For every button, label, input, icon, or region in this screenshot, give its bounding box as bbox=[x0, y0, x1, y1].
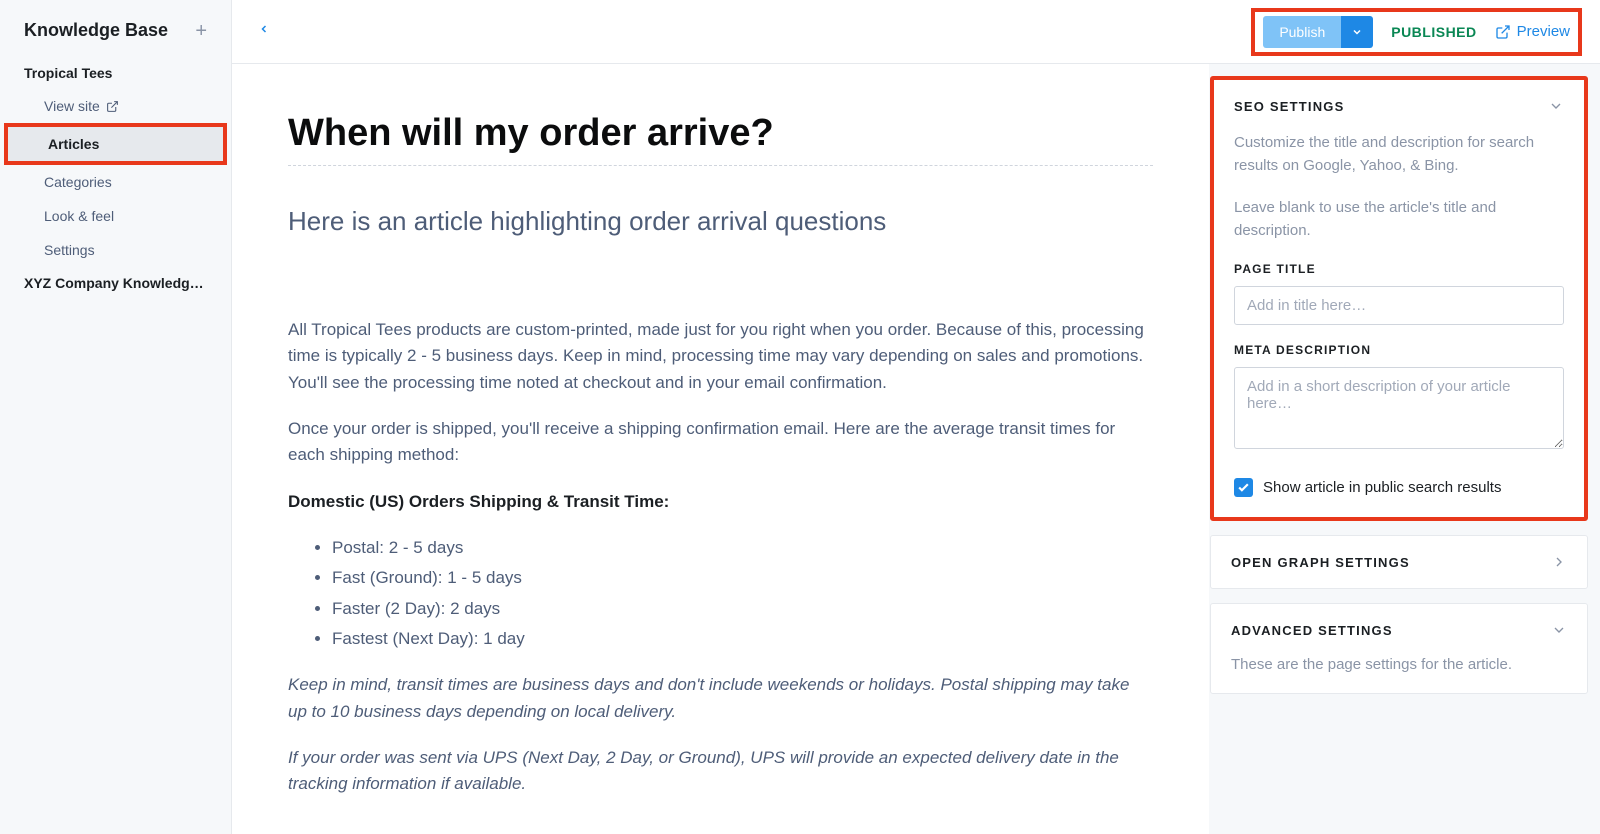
italic-text: Keep in mind, transit times are business… bbox=[288, 675, 1129, 720]
sidebar-articles[interactable]: Articles bbox=[8, 127, 223, 161]
publish-button[interactable]: Publish bbox=[1263, 16, 1341, 48]
list-item: Postal: 2 - 5 days bbox=[332, 535, 1153, 561]
nav-label: Categories bbox=[44, 174, 112, 190]
highlight-articles: Articles bbox=[4, 123, 227, 165]
seo-panel-body: Customize the title and description for … bbox=[1214, 132, 1584, 517]
checkbox-label: Show article in public search results bbox=[1263, 479, 1501, 496]
sidebar-header: Knowledge Base + bbox=[0, 0, 231, 57]
list-item: Fastest (Next Day): 1 day bbox=[332, 626, 1153, 652]
nav-label: View site bbox=[44, 98, 100, 114]
check-icon bbox=[1237, 481, 1250, 494]
panel-title: OPEN GRAPH SETTINGS bbox=[1231, 555, 1410, 570]
section-heading: Domestic (US) Orders Shipping & Transit … bbox=[288, 489, 1153, 515]
main: Publish PUBLISHED Preview When will my o… bbox=[232, 0, 1600, 834]
seo-panel-header[interactable]: SEO SETTINGS bbox=[1214, 80, 1584, 132]
panel-title: ADVANCED SETTINGS bbox=[1231, 623, 1393, 638]
site-xyz[interactable]: XYZ Company Knowledg… bbox=[0, 267, 231, 299]
advanced-settings-panel: ADVANCED SETTINGS These are the page set… bbox=[1210, 603, 1588, 694]
nav-label: Settings bbox=[44, 242, 95, 258]
meta-description-input[interactable] bbox=[1234, 367, 1564, 449]
sidebar: Knowledge Base + Tropical Tees View site… bbox=[0, 0, 232, 834]
nav-label: Articles bbox=[48, 136, 99, 152]
help-text: Customize the title and description for … bbox=[1234, 132, 1564, 177]
help-text: Leave blank to use the article's title a… bbox=[1234, 197, 1564, 242]
highlight-topbar: Publish PUBLISHED Preview bbox=[1251, 8, 1582, 56]
external-link-icon bbox=[1495, 24, 1511, 40]
right-panel: SEO SETTINGS Customize the title and des… bbox=[1210, 64, 1600, 834]
public-search-checkbox[interactable] bbox=[1234, 478, 1253, 497]
back-button[interactable] bbox=[250, 12, 278, 51]
sidebar-categories[interactable]: Categories bbox=[0, 165, 231, 199]
chevron-left-icon bbox=[258, 20, 270, 38]
article-editor[interactable]: When will my order arrive? Here is an ar… bbox=[232, 64, 1209, 834]
publish-dropdown[interactable] bbox=[1341, 16, 1373, 48]
topbar-right: Publish PUBLISHED Preview bbox=[1251, 8, 1582, 56]
preview-link[interactable]: Preview bbox=[1495, 23, 1570, 40]
preview-label: Preview bbox=[1517, 23, 1570, 40]
paragraph: All Tropical Tees products are custom-pr… bbox=[288, 317, 1153, 396]
page-title-label: PAGE TITLE bbox=[1234, 262, 1564, 276]
status-published: PUBLISHED bbox=[1391, 24, 1476, 40]
open-graph-panel: OPEN GRAPH SETTINGS bbox=[1210, 535, 1588, 589]
article-subtitle[interactable]: Here is an article highlighting order ar… bbox=[288, 206, 1153, 237]
chevron-down-icon bbox=[1351, 26, 1363, 38]
site-tropical-tees[interactable]: Tropical Tees bbox=[0, 57, 231, 89]
chevron-down-icon bbox=[1548, 98, 1564, 114]
sidebar-settings[interactable]: Settings bbox=[0, 233, 231, 267]
sidebar-title: Knowledge Base bbox=[24, 20, 168, 41]
panel-title: SEO SETTINGS bbox=[1234, 99, 1344, 114]
og-panel-header[interactable]: OPEN GRAPH SETTINGS bbox=[1211, 536, 1587, 588]
chevron-right-icon bbox=[1551, 554, 1567, 570]
nav-label: Look & feel bbox=[44, 208, 114, 224]
external-link-icon bbox=[106, 100, 119, 113]
list-item: Faster (2 Day): 2 days bbox=[332, 596, 1153, 622]
publish-group: Publish bbox=[1263, 16, 1373, 48]
paragraph: Once your order is shipped, you'll recei… bbox=[288, 416, 1153, 469]
seo-settings-panel: SEO SETTINGS Customize the title and des… bbox=[1210, 76, 1588, 521]
adv-panel-header[interactable]: ADVANCED SETTINGS bbox=[1211, 604, 1587, 656]
sidebar-look-feel[interactable]: Look & feel bbox=[0, 199, 231, 233]
content-row: When will my order arrive? Here is an ar… bbox=[232, 64, 1600, 834]
heading-text: Domestic (US) Orders Shipping & Transit … bbox=[288, 492, 669, 511]
chevron-down-icon bbox=[1551, 622, 1567, 638]
adv-subtext: These are the page settings for the arti… bbox=[1211, 656, 1587, 693]
shipping-list: Postal: 2 - 5 days Fast (Ground): 1 - 5 … bbox=[288, 535, 1153, 652]
topbar: Publish PUBLISHED Preview bbox=[232, 0, 1600, 64]
meta-description-label: META DESCRIPTION bbox=[1234, 343, 1564, 357]
list-item: Fast (Ground): 1 - 5 days bbox=[332, 565, 1153, 591]
paragraph: Keep in mind, transit times are business… bbox=[288, 672, 1153, 725]
italic-text: If your order was sent via UPS (Next Day… bbox=[288, 748, 1119, 793]
page-title-input[interactable] bbox=[1234, 286, 1564, 325]
article-title[interactable]: When will my order arrive? bbox=[288, 112, 1153, 166]
public-search-checkbox-row[interactable]: Show article in public search results bbox=[1234, 478, 1564, 497]
article-body[interactable]: All Tropical Tees products are custom-pr… bbox=[288, 317, 1153, 798]
add-kb-button[interactable]: + bbox=[195, 21, 207, 41]
sidebar-view-site[interactable]: View site bbox=[0, 89, 231, 123]
paragraph: If your order was sent via UPS (Next Day… bbox=[288, 745, 1153, 798]
